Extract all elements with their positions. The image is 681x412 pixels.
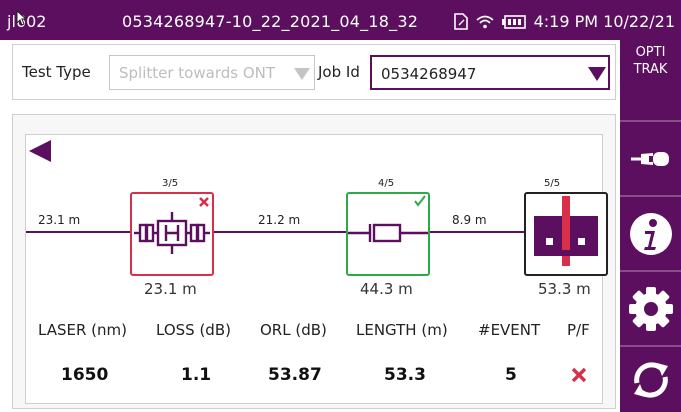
brand-line-1: OPTI xyxy=(635,45,666,60)
test-type-value: Splitter towards ONT xyxy=(119,64,276,82)
event-index: 4/5 xyxy=(378,178,395,189)
device-name: jl602 xyxy=(7,12,47,31)
segment-length: 8.9 m xyxy=(452,213,487,227)
orl-value: 53.87 xyxy=(268,365,322,385)
event-splitter[interactable] xyxy=(130,192,214,276)
battery-icon xyxy=(501,14,526,29)
results-panel: 23.1 m 21.2 m 8.9 m 3/5 23.1 m 4/5 44.3 … xyxy=(12,114,616,409)
job-id-value: 0534268947 xyxy=(381,65,477,83)
test-type-select[interactable]: Splitter towards ONT xyxy=(109,55,315,90)
event-index: 3/5 xyxy=(162,178,179,189)
fiber-segment xyxy=(26,231,130,233)
event-index: 5/5 xyxy=(544,178,561,189)
column-header-pass-fail: P/F xyxy=(567,321,590,339)
settings-button[interactable] xyxy=(620,270,681,345)
info-icon xyxy=(629,212,672,255)
job-id-select[interactable]: 0534268947 xyxy=(370,55,610,90)
title-bar: jl602 0534268947-10_22_2021_04_18_32 4:1… xyxy=(0,0,681,40)
event-count-value: 5 xyxy=(505,365,517,385)
column-header-loss: LOSS (dB) xyxy=(156,321,231,339)
status-area: 4:19 PM 10/22/21 xyxy=(453,12,675,31)
event-distance: 44.3 m xyxy=(360,280,413,298)
connector-inspection-button[interactable] xyxy=(620,120,681,195)
right-sidebar: OPTI TRAK xyxy=(620,40,681,412)
test-setup-form: Test Type Splitter towards ONT Job Id 05… xyxy=(12,44,616,100)
refresh-button[interactable] xyxy=(620,345,681,412)
column-header-length: LENGTH (m) xyxy=(356,321,448,339)
chevron-down-icon xyxy=(294,68,310,80)
fiber-probe-icon xyxy=(630,151,669,166)
splitter-icon xyxy=(134,197,210,254)
fiber-segment xyxy=(212,231,346,233)
column-header-orl: ORL (dB) xyxy=(260,321,327,339)
back-arrow-icon[interactable] xyxy=(29,140,51,162)
segment-length: 21.2 m xyxy=(258,213,301,227)
test-type-label: Test Type xyxy=(22,63,91,81)
info-button[interactable] xyxy=(620,195,681,270)
refresh-icon xyxy=(633,361,668,398)
event-connector[interactable] xyxy=(346,192,430,276)
gear-icon xyxy=(628,286,673,331)
job-id-label: Job Id xyxy=(318,63,360,81)
clock: 4:19 PM 10/22/21 xyxy=(533,12,675,31)
length-value: 53.3 xyxy=(384,365,426,385)
event-distance: 53.3 m xyxy=(538,280,591,298)
loss-value: 1.1 xyxy=(181,365,212,385)
laser-value: 1650 xyxy=(61,365,109,385)
file-icon xyxy=(453,13,468,30)
wifi-icon xyxy=(475,15,494,29)
optitrak-brand: OPTI TRAK xyxy=(620,40,681,120)
connector-icon xyxy=(348,195,428,243)
measurement-file-name: 0534268947-10_22_2021_04_18_32 xyxy=(122,12,419,31)
event-distance: 23.1 m xyxy=(144,280,197,298)
fail-icon xyxy=(571,367,587,383)
column-header-event-count: #EVENT xyxy=(478,321,541,339)
ont-icon xyxy=(534,196,598,266)
chevron-down-icon xyxy=(588,67,606,81)
link-map-card: 23.1 m 21.2 m 8.9 m 3/5 23.1 m 4/5 44.3 … xyxy=(25,134,608,404)
column-header-laser: LASER (nm) xyxy=(38,321,127,339)
brand-line-2: TRAK xyxy=(633,62,668,77)
mouse-cursor-icon xyxy=(16,10,26,26)
event-ont[interactable] xyxy=(524,192,608,276)
fiber-segment xyxy=(428,231,524,233)
segment-length: 23.1 m xyxy=(38,213,81,227)
